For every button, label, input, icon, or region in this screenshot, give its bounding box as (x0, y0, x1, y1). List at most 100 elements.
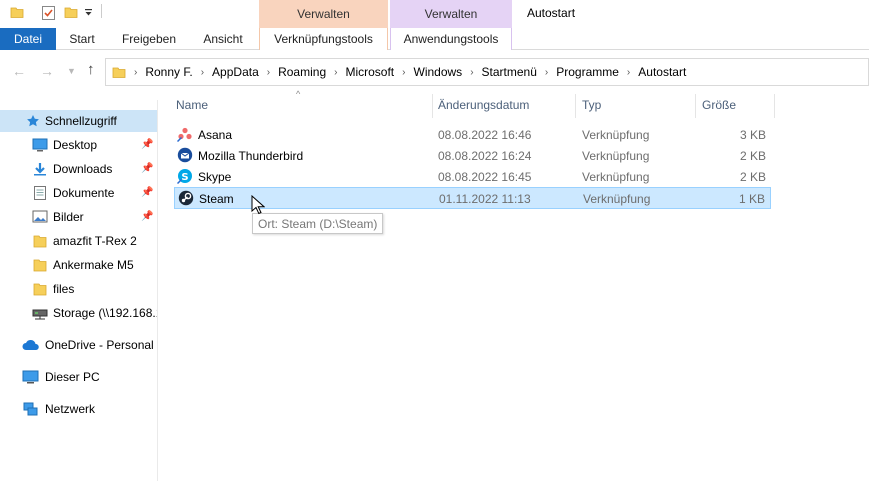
file-list: ^ Name Änderungsdatum Typ Größe Asana 08… (170, 89, 869, 481)
folder-icon (33, 283, 47, 296)
customize-toolbar-icon[interactable] (84, 8, 94, 18)
breadcrumb-separator-icon[interactable]: › (545, 67, 548, 78)
address-bar[interactable]: › Ronny F. › AppData › Roaming › Microso… (105, 58, 869, 86)
breadcrumb-item[interactable]: Ronny F. (145, 65, 192, 79)
window-title: Autostart (527, 6, 576, 20)
file-name: Skype (198, 170, 232, 184)
sidebar-item-label: Desktop (53, 138, 98, 152)
breadcrumb-separator-icon[interactable]: › (334, 67, 337, 78)
tab-freigeben[interactable]: Freigeben (108, 28, 190, 50)
star-icon (27, 115, 39, 127)
sidebar-item-amazfit[interactable]: amazfit T-Rex 2 (0, 230, 157, 252)
tab-verknuepfungstools[interactable]: Verknüpfungstools (259, 28, 388, 50)
file-type: Verknüpfung (582, 170, 650, 184)
column-header-name[interactable]: Name (176, 98, 208, 112)
document-icon (34, 186, 46, 200)
breadcrumb-item[interactable]: Windows (414, 65, 463, 79)
table-row[interactable]: Asana 08.08.2022 16:46 Verknüpfung 3 KB (174, 124, 771, 145)
sort-ascending-icon: ^ (296, 89, 301, 99)
pictures-icon (32, 210, 48, 223)
sidebar-item-dieser-pc[interactable]: Dieser PC (0, 366, 157, 388)
tab-anwendungstools[interactable]: Anwendungstools (390, 28, 512, 50)
sidebar-item-label: Schnellzugriff (45, 114, 117, 128)
tab-ansicht[interactable]: Ansicht (190, 28, 256, 50)
toolbar-divider (101, 4, 102, 18)
pin-icon[interactable]: 📌 (141, 211, 153, 222)
breadcrumb-item[interactable]: Startmenü (482, 65, 537, 79)
file-type: Verknüpfung (582, 149, 650, 163)
file-date: 08.08.2022 16:24 (438, 149, 532, 163)
tab-datei[interactable]: Datei (0, 28, 56, 50)
new-folder-icon[interactable] (64, 5, 78, 19)
breadcrumb-item[interactable]: Programme (556, 65, 619, 79)
pin-icon[interactable]: 📌 (141, 163, 153, 174)
table-row[interactable]: Mozilla Thunderbird 08.08.2022 16:24 Ver… (174, 145, 771, 166)
title-bar: Verwalten Verwalten Autostart (0, 0, 869, 28)
breadcrumb-item[interactable]: AppData (212, 65, 259, 79)
steam-icon (178, 190, 194, 206)
breadcrumb-separator-icon[interactable]: › (402, 67, 405, 78)
breadcrumb-item[interactable]: Microsoft (345, 65, 394, 79)
column-divider[interactable] (695, 94, 696, 118)
column-header-type[interactable]: Typ (582, 98, 601, 112)
breadcrumb-separator-icon[interactable]: › (470, 67, 473, 78)
column-divider[interactable] (575, 94, 576, 118)
sidebar-item-dokumente[interactable]: Dokumente 📌 (0, 182, 157, 204)
sidebar-item-onedrive[interactable]: OneDrive - Personal (0, 334, 157, 356)
arrow-right-icon[interactable]: → (40, 63, 54, 79)
breadcrumb-separator-icon[interactable]: › (267, 67, 270, 78)
sidebar-item-bilder[interactable]: Bilder 📌 (0, 206, 157, 228)
sidebar-item-netzwerk[interactable]: Netzwerk (0, 398, 157, 420)
sidebar-item-label: Downloads (53, 162, 113, 176)
file-date: 08.08.2022 16:45 (438, 170, 532, 184)
sidebar-item-schnellzugriff[interactable]: Schnellzugriff (0, 110, 157, 132)
pin-icon[interactable]: 📌 (141, 139, 153, 150)
sidebar-item-desktop[interactable]: Desktop 📌 (0, 134, 157, 156)
folder-icon[interactable] (10, 5, 24, 19)
network-drive-icon (32, 309, 48, 320)
asana-icon (177, 127, 192, 142)
context-group-verwalten-shortcut: Verwalten (259, 0, 388, 28)
pin-icon[interactable]: 📌 (141, 187, 153, 198)
cloud-icon (22, 339, 39, 350)
column-header-date[interactable]: Änderungsdatum (438, 98, 529, 112)
sidebar-item-storage[interactable]: Storage (\\192.168.1 (0, 302, 157, 324)
table-row[interactable]: S Skype 08.08.2022 16:45 Verknüpfung 2 K… (174, 166, 771, 187)
arrow-up-icon[interactable]: ↑ (87, 61, 95, 78)
breadcrumb-item[interactable]: Autostart (638, 65, 686, 79)
column-header-size[interactable]: Größe (702, 98, 736, 112)
column-divider[interactable] (774, 94, 775, 118)
file-type: Verknüpfung (582, 128, 650, 142)
sidebar-item-label: Bilder (53, 210, 84, 224)
tooltip: Ort: Steam (D:\Steam) (252, 213, 384, 234)
file-size: 2 KB (739, 170, 766, 184)
sidebar-item-label: amazfit T-Rex 2 (53, 234, 137, 248)
breadcrumb-separator-icon[interactable]: › (201, 67, 204, 78)
file-size: 2 KB (739, 149, 766, 163)
sidebar-item-label: files (53, 282, 75, 296)
sidebar-item-downloads[interactable]: Downloads 📌 (0, 158, 157, 180)
folder-icon (33, 259, 47, 272)
properties-icon[interactable] (41, 5, 57, 21)
file-size: 1 KB (738, 192, 765, 206)
svg-text:S: S (181, 172, 188, 183)
sidebar-item-label: Storage (\\192.168.1 (53, 306, 157, 320)
file-name: Asana (198, 128, 233, 142)
file-date: 01.11.2022 11:13 (439, 192, 531, 206)
sidebar-item-files[interactable]: files (0, 278, 157, 300)
column-divider[interactable] (432, 94, 433, 118)
breadcrumb-separator-icon[interactable]: › (627, 67, 630, 78)
chevron-down-icon[interactable]: ▼ (67, 66, 76, 76)
sidebar-item-label: OneDrive - Personal (45, 338, 154, 352)
navigation-bar: ← → ▼ ↑ › Ronny F. › AppData › Roaming ›… (0, 55, 869, 87)
file-date: 08.08.2022 16:46 (438, 128, 532, 142)
tab-start[interactable]: Start (56, 28, 108, 50)
arrow-left-icon[interactable]: ← (12, 63, 26, 79)
sidebar-item-label: Dieser PC (45, 370, 100, 384)
breadcrumb-separator-icon[interactable]: › (134, 67, 137, 78)
sidebar-item-ankermake[interactable]: Ankermake M5 (0, 254, 157, 276)
sidebar-item-label: Dokumente (53, 186, 115, 200)
breadcrumb-item[interactable]: Roaming (278, 65, 326, 79)
folder-icon (33, 235, 47, 248)
mouse-cursor-icon (251, 195, 265, 215)
